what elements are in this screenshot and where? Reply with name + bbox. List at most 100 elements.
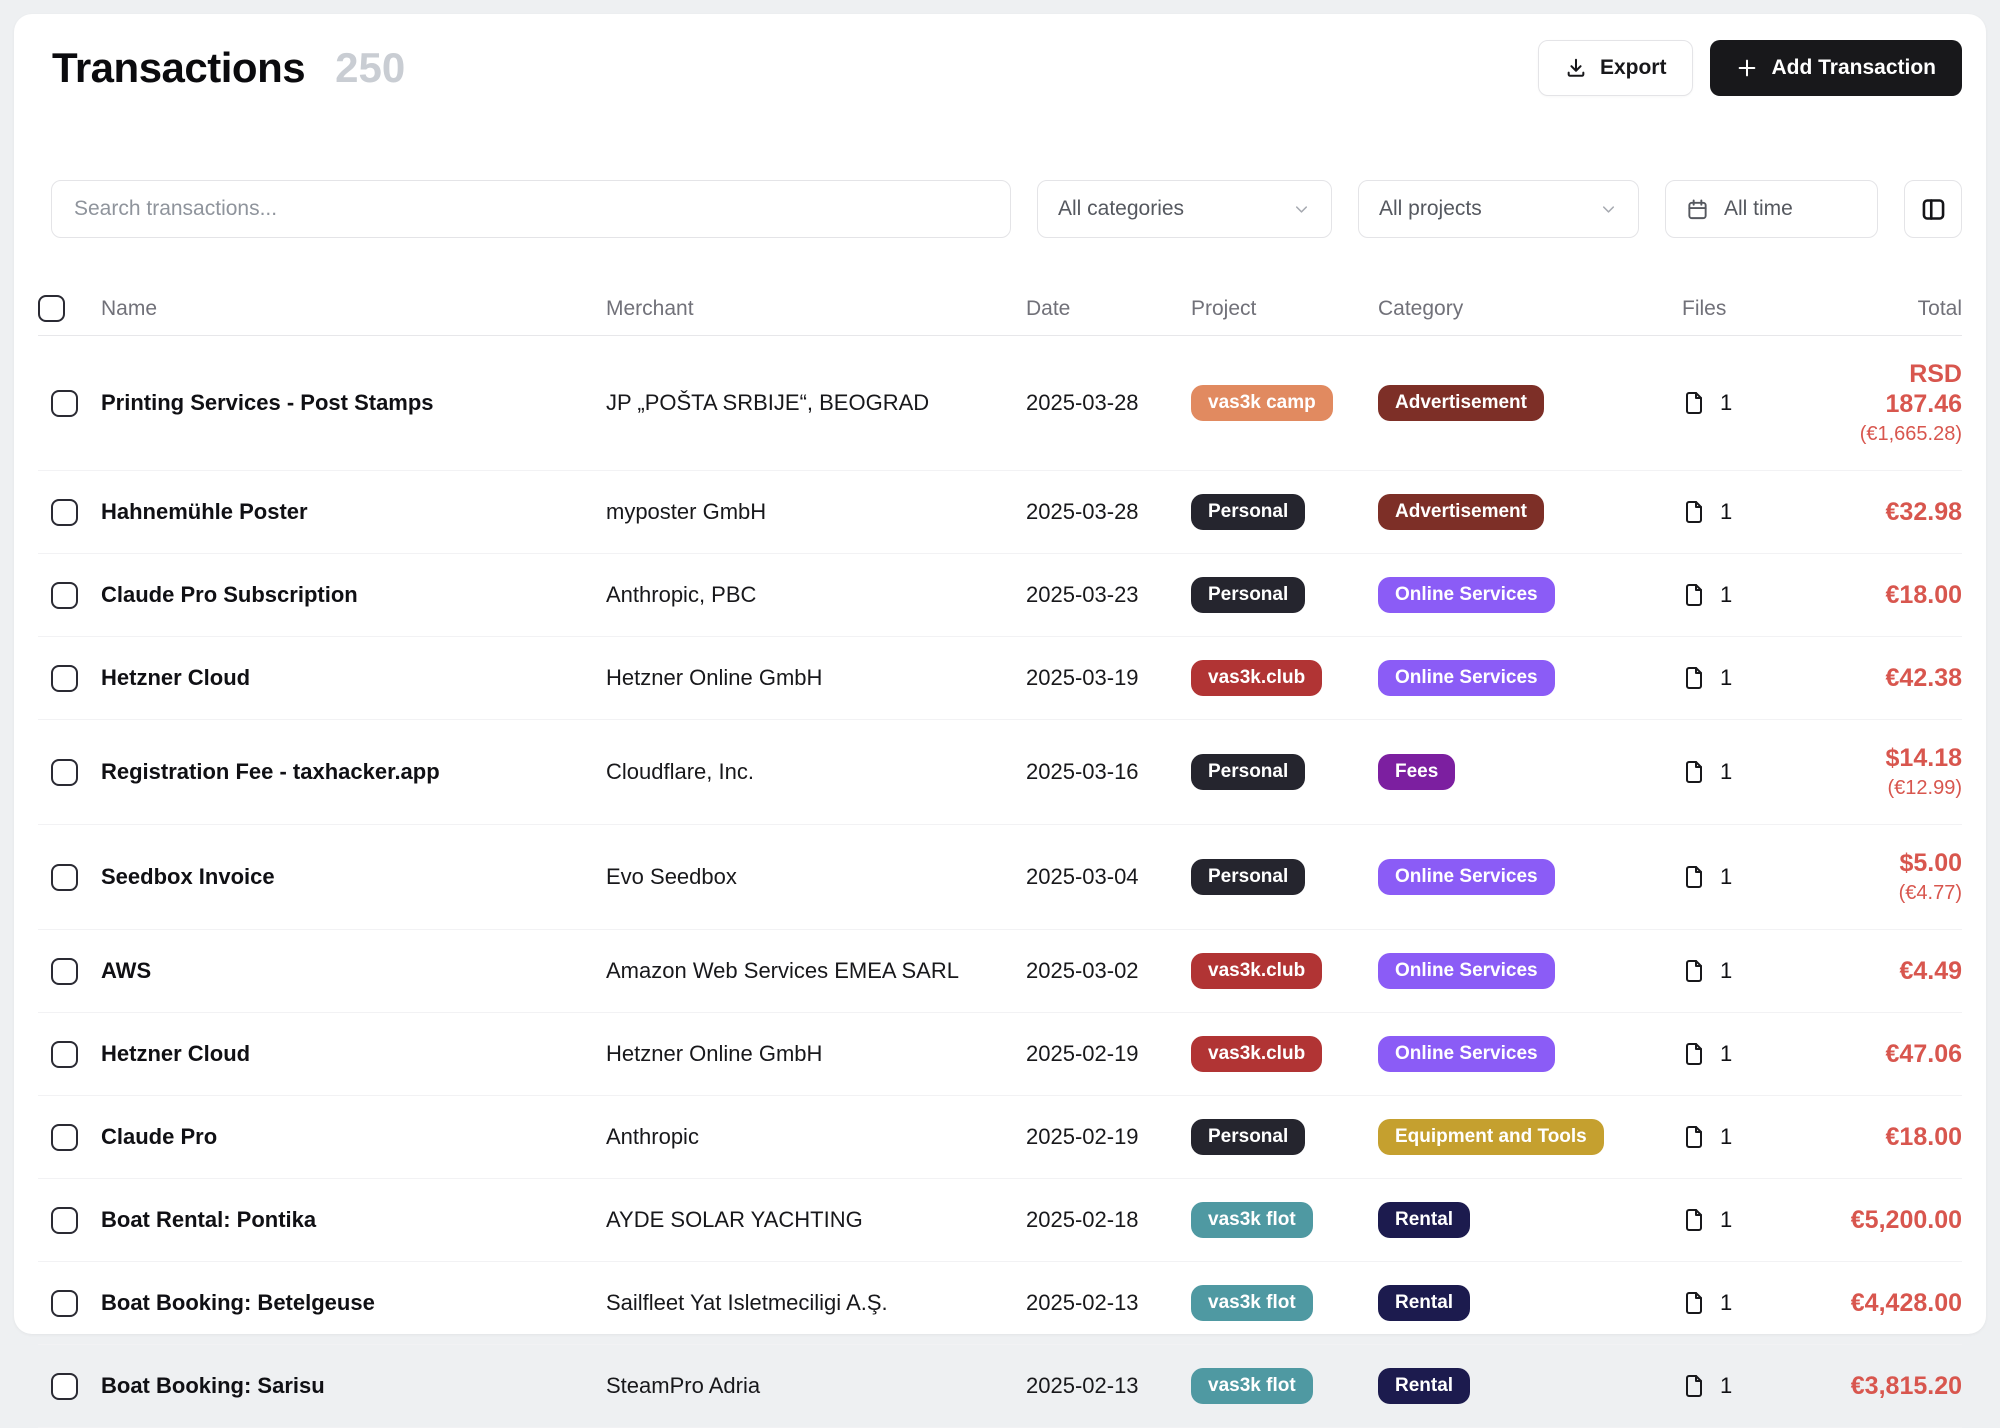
plus-icon [1736,57,1758,79]
date-range-filter[interactable]: All time [1665,180,1878,238]
row-checkbox[interactable] [51,1373,78,1400]
table-row[interactable]: Boat Booking: SarisuSteamPro Adria2025-0… [38,1345,1962,1428]
transaction-name[interactable]: Claude Pro Subscription [101,559,606,631]
column-header-total[interactable]: Total [1832,284,1962,334]
table-row[interactable]: Boat Rental: PontikaAYDE SOLAR YACHTING2… [38,1179,1962,1262]
project-badge[interactable]: vas3k flot [1191,1285,1313,1321]
projects-filter[interactable]: All projects [1358,180,1639,238]
row-checkbox[interactable] [51,390,78,417]
row-checkbox[interactable] [51,759,78,786]
category-badge[interactable]: Online Services [1378,859,1555,895]
transaction-name[interactable]: Printing Services - Post Stamps [101,367,606,439]
transaction-name[interactable]: Boat Booking: Sarisu [101,1350,606,1422]
transaction-name[interactable]: AWS [101,935,606,1007]
category-badge[interactable]: Advertisement [1378,385,1544,421]
transaction-date: 2025-02-13 [1026,1267,1191,1339]
project-cell: vas3k flot [1191,1262,1378,1344]
project-cell: Personal [1191,731,1378,813]
project-badge[interactable]: vas3k.club [1191,953,1322,989]
category-badge[interactable]: Equipment and Tools [1378,1119,1604,1155]
transaction-name[interactable]: Hahnemühle Poster [101,476,606,548]
project-badge[interactable]: Personal [1191,1119,1305,1155]
category-badge[interactable]: Advertisement [1378,494,1544,530]
files-cell: 1 [1682,1350,1832,1422]
table-row[interactable]: Boat Booking: BetelgeuseSailfleet Yat Is… [38,1262,1962,1345]
project-badge[interactable]: Personal [1191,754,1305,790]
transaction-name[interactable]: Hetzner Cloud [101,642,606,714]
row-checkbox[interactable] [51,1041,78,1068]
category-badge[interactable]: Online Services [1378,577,1555,613]
table-row[interactable]: Claude ProAnthropic2025-02-19PersonalEqu… [38,1096,1962,1179]
column-header-merchant[interactable]: Merchant [606,284,1026,334]
category-badge[interactable]: Online Services [1378,660,1555,696]
category-badge[interactable]: Rental [1378,1202,1470,1238]
column-layout-button[interactable] [1904,180,1962,238]
category-badge[interactable]: Fees [1378,754,1455,790]
project-badge[interactable]: Personal [1191,577,1305,613]
transaction-name[interactable]: Claude Pro [101,1101,606,1173]
table-row[interactable]: Registration Fee - taxhacker.appCloudfla… [38,720,1962,825]
project-badge[interactable]: Personal [1191,494,1305,530]
category-badge[interactable]: Online Services [1378,1036,1555,1072]
project-badge[interactable]: vas3k.club [1191,1036,1322,1072]
transaction-name[interactable]: Boat Booking: Betelgeuse [101,1267,606,1339]
category-badge[interactable]: Rental [1378,1368,1470,1404]
row-checkbox[interactable] [51,1207,78,1234]
file-count: 1 [1720,759,1732,785]
row-checkbox[interactable] [51,1290,78,1317]
table-row[interactable]: Printing Services - Post StampsJP „POŠTA… [38,336,1962,471]
file-icon [1682,1291,1706,1315]
column-header-files[interactable]: Files [1682,284,1832,334]
column-header-category[interactable]: Category [1378,284,1682,334]
row-checkbox[interactable] [51,665,78,692]
table-row[interactable]: Claude Pro SubscriptionAnthropic, PBC202… [38,554,1962,637]
project-cell: Personal [1191,1096,1378,1178]
categories-filter[interactable]: All categories [1037,180,1332,238]
total-cell: €42.38 [1832,640,1962,716]
project-cell: Personal [1191,554,1378,636]
project-badge[interactable]: vas3k.club [1191,660,1322,696]
project-badge[interactable]: vas3k flot [1191,1202,1313,1238]
file-count: 1 [1720,864,1732,890]
table-row[interactable]: Hetzner CloudHetzner Online GmbH2025-02-… [38,1013,1962,1096]
transaction-name[interactable]: Seedbox Invoice [101,841,606,913]
transaction-date: 2025-02-18 [1026,1184,1191,1256]
column-header-date[interactable]: Date [1026,284,1191,334]
file-icon [1682,1125,1706,1149]
export-button[interactable]: Export [1538,40,1694,96]
column-header-project[interactable]: Project [1191,284,1378,334]
row-checkbox[interactable] [51,499,78,526]
transaction-total: €18.00 [1832,1122,1962,1152]
table-row[interactable]: AWSAmazon Web Services EMEA SARL2025-03-… [38,930,1962,1013]
files-cell: 1 [1682,367,1832,439]
file-icon [1682,1042,1706,1066]
search-input[interactable] [51,180,1011,238]
row-checkbox[interactable] [51,864,78,891]
row-checkbox[interactable] [51,1124,78,1151]
project-cell: vas3k camp [1191,362,1378,444]
add-transaction-button[interactable]: Add Transaction [1710,40,1962,96]
project-badge[interactable]: vas3k flot [1191,1368,1313,1404]
transaction-total: €4.49 [1832,956,1962,986]
table-row[interactable]: Hetzner CloudHetzner Online GmbH2025-03-… [38,637,1962,720]
total-cell: €4,428.00 [1832,1265,1962,1341]
project-cell: vas3k.club [1191,930,1378,1012]
transaction-date: 2025-03-19 [1026,642,1191,714]
page-header: Transactions 250 Export Add Transaction [38,40,1962,96]
column-header-name[interactable]: Name [101,284,606,334]
project-badge[interactable]: vas3k camp [1191,385,1333,421]
category-badge[interactable]: Rental [1378,1285,1470,1321]
select-all-checkbox[interactable] [38,295,65,322]
transaction-name[interactable]: Hetzner Cloud [101,1018,606,1090]
table-row[interactable]: Seedbox InvoiceEvo Seedbox2025-03-04Pers… [38,825,1962,930]
transaction-name[interactable]: Registration Fee - taxhacker.app [101,736,606,808]
project-badge[interactable]: Personal [1191,859,1305,895]
file-count: 1 [1720,582,1732,608]
transaction-total: €3,815.20 [1832,1371,1962,1401]
files-cell: 1 [1682,642,1832,714]
category-badge[interactable]: Online Services [1378,953,1555,989]
row-checkbox[interactable] [51,582,78,609]
table-row[interactable]: Hahnemühle Postermyposter GmbH2025-03-28… [38,471,1962,554]
transaction-name[interactable]: Boat Rental: Pontika [101,1184,606,1256]
row-checkbox[interactable] [51,958,78,985]
